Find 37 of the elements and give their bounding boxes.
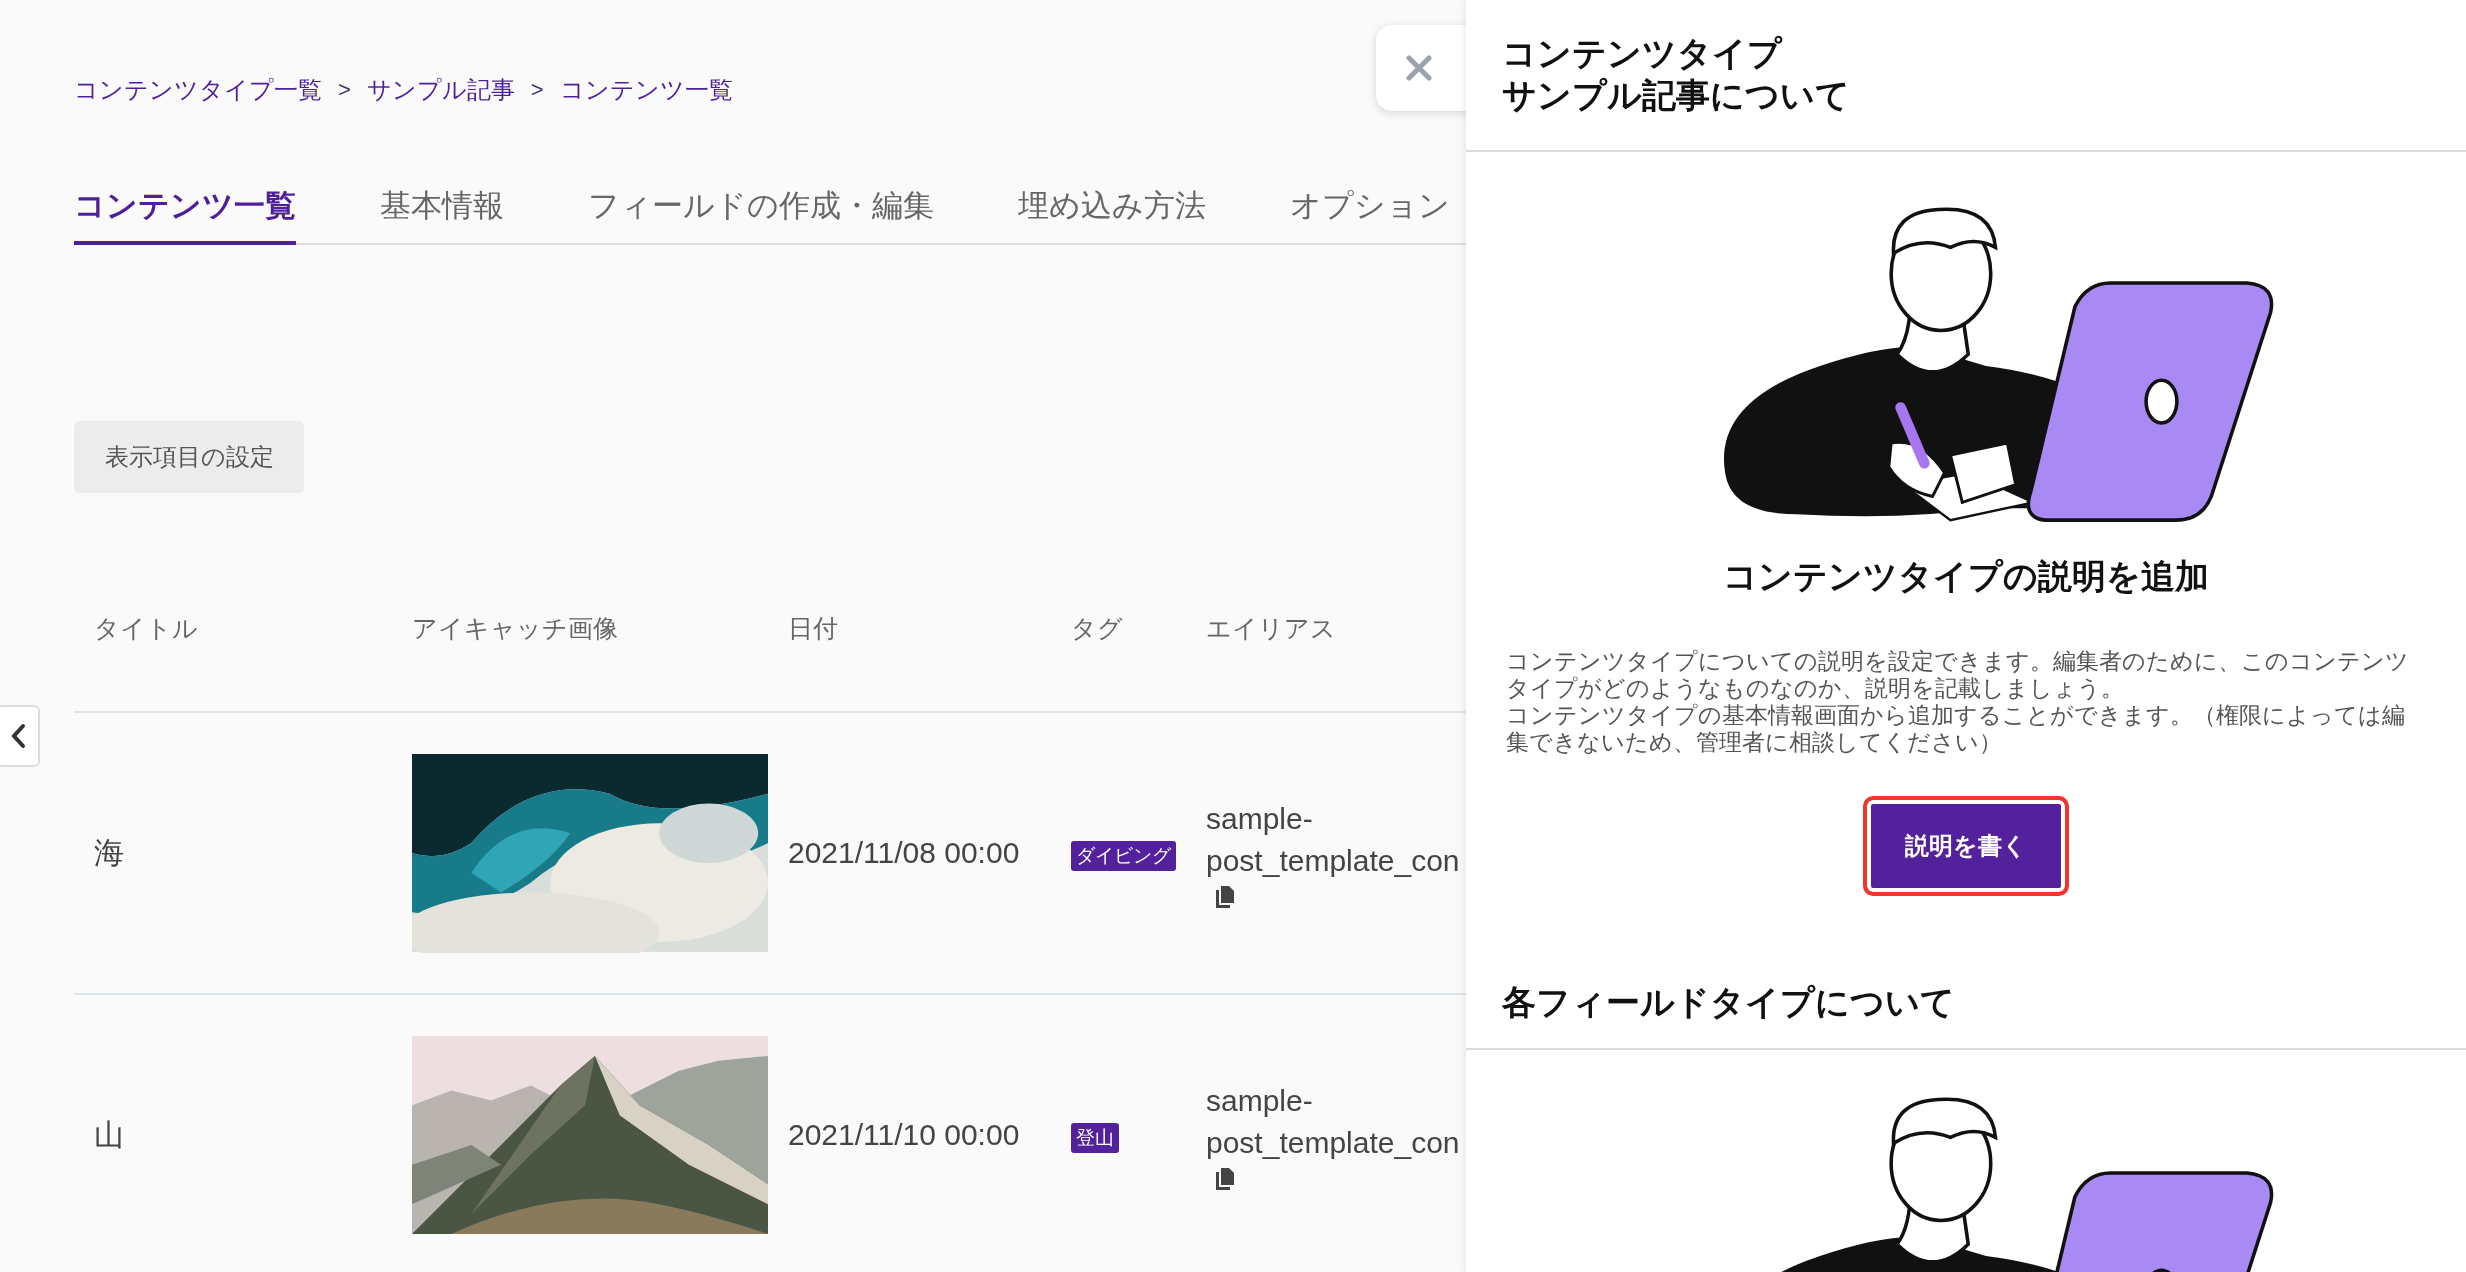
- tab[interactable]: コンテンツ一覧: [74, 185, 296, 245]
- breadcrumb-link[interactable]: コンテンツ一覧: [559, 74, 733, 106]
- breadcrumb-link[interactable]: コンテンツタイプ一覧: [74, 74, 322, 106]
- column-header: タイトル: [93, 612, 199, 644]
- description-text: コンテンツタイプについての説明を設定できます。編集者のために、このコンテンツタイプがどのようなものなのか、説明を記載しましょう。: [1506, 648, 2410, 702]
- column-header: アイキャッチ画像: [411, 612, 619, 644]
- breadcrumb-separator: >: [530, 77, 544, 103]
- display-settings-button[interactable]: 表示項目の設定: [74, 421, 304, 493]
- table-cell-text: 2021/11/10 00:00: [787, 1118, 1021, 1152]
- copy-icon[interactable]: [1216, 1168, 1234, 1190]
- copy-icon[interactable]: [1216, 886, 1234, 908]
- breadcrumb-link[interactable]: サンプル記事: [366, 74, 515, 106]
- close-button[interactable]: [1376, 25, 1466, 111]
- collapse-button[interactable]: [0, 705, 40, 767]
- tag: 登山: [1071, 1123, 1119, 1153]
- column-header: エイリアス: [1205, 612, 1337, 644]
- chevron-left-icon: [10, 723, 26, 749]
- table-cell-text: sample-post_template_con: [1206, 1083, 1461, 1161]
- tab[interactable]: オプション: [1290, 185, 1450, 245]
- breadcrumb-separator: >: [338, 77, 351, 103]
- table-cell-text: 海: [93, 834, 125, 871]
- section-heading: コンテンツタイプの説明を追加: [1722, 556, 2210, 597]
- panel-title: サンプル記事について: [1502, 75, 1851, 116]
- table-cell-text: sample-post_template_con: [1206, 801, 1461, 879]
- tab[interactable]: フィールドの作成・編集: [588, 185, 934, 245]
- description-text: コンテンツタイプの基本情報画面から追加することができます。（権限によっては編集できないため、管理者に相談してください）: [1506, 702, 2406, 756]
- tab[interactable]: 埋め込み方法: [1018, 185, 1206, 245]
- table-cell-text: 山: [93, 1116, 125, 1153]
- panel-title: コンテンツタイプ: [1502, 33, 1784, 74]
- close-icon: [1406, 55, 1432, 81]
- column-header: 日付: [787, 612, 839, 644]
- section-heading: 各フィールドタイプについて: [1466, 896, 2466, 1050]
- tab[interactable]: 基本情報: [380, 185, 504, 245]
- tag: ダイビング: [1071, 841, 1176, 871]
- column-header: タグ: [1070, 612, 1124, 644]
- table-cell-text: 2021/11/08 00:00: [787, 836, 1021, 870]
- write-description-button[interactable]: 説明を書く: [1863, 796, 2069, 896]
